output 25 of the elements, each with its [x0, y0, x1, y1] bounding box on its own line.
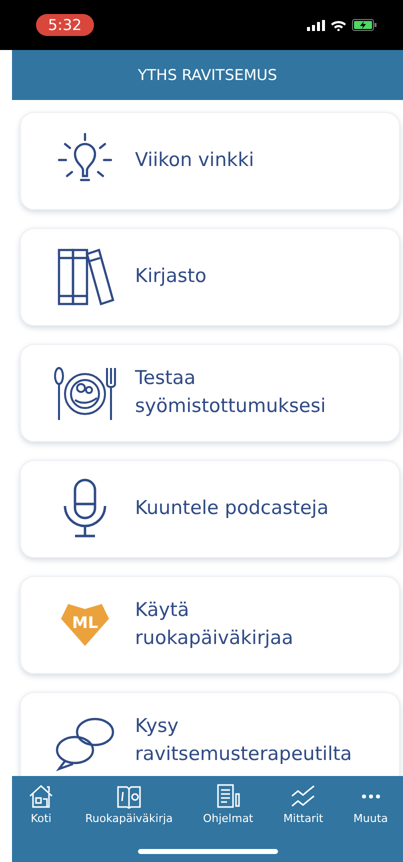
signal-icon: [307, 20, 325, 30]
menu-label: Viikon vinkki: [135, 148, 254, 174]
menu-label: Testaa syömistottumuksesi: [135, 366, 326, 419]
menu-label: Kuuntele podcasteja: [135, 496, 329, 522]
app-logo-badge: ML: [61, 604, 109, 646]
menu-card[interactable]: Kirjasto: [20, 228, 400, 326]
status-time: 5:32: [36, 14, 94, 36]
house-icon: [27, 782, 56, 810]
menu-card[interactable]: Kuuntele podcasteja: [20, 460, 400, 558]
menu-label: Käytä ruokapäiväkirjaa: [135, 598, 294, 651]
tab-item[interactable]: Ruokapäiväkirja: [83, 782, 175, 825]
battery-icon: [352, 19, 377, 31]
menu-card[interactable]: Testaa syömistottumuksesi: [20, 344, 400, 442]
more-icon: [362, 794, 380, 798]
menu-card[interactable]: Viikon vinkki: [20, 112, 400, 210]
menu-label: Kirjasto: [135, 264, 206, 290]
tab-item[interactable]: Mittarit: [281, 782, 326, 825]
wifi-icon: [331, 20, 346, 30]
tab-item[interactable]: Muuta: [351, 782, 390, 825]
app-title: YTHS RAVITSEMUS: [138, 66, 278, 84]
menu-card[interactable]: ML Käytä ruokapäiväkirjaa: [20, 576, 400, 674]
tab-item[interactable]: Ohjelmat: [200, 782, 256, 825]
menu-card[interactable]: Kysy ravitsemusterapeutilta: [20, 692, 400, 776]
tab-item[interactable]: Koti: [25, 782, 58, 825]
menu-label: Kysy ravitsemusterapeutilta: [135, 714, 352, 767]
